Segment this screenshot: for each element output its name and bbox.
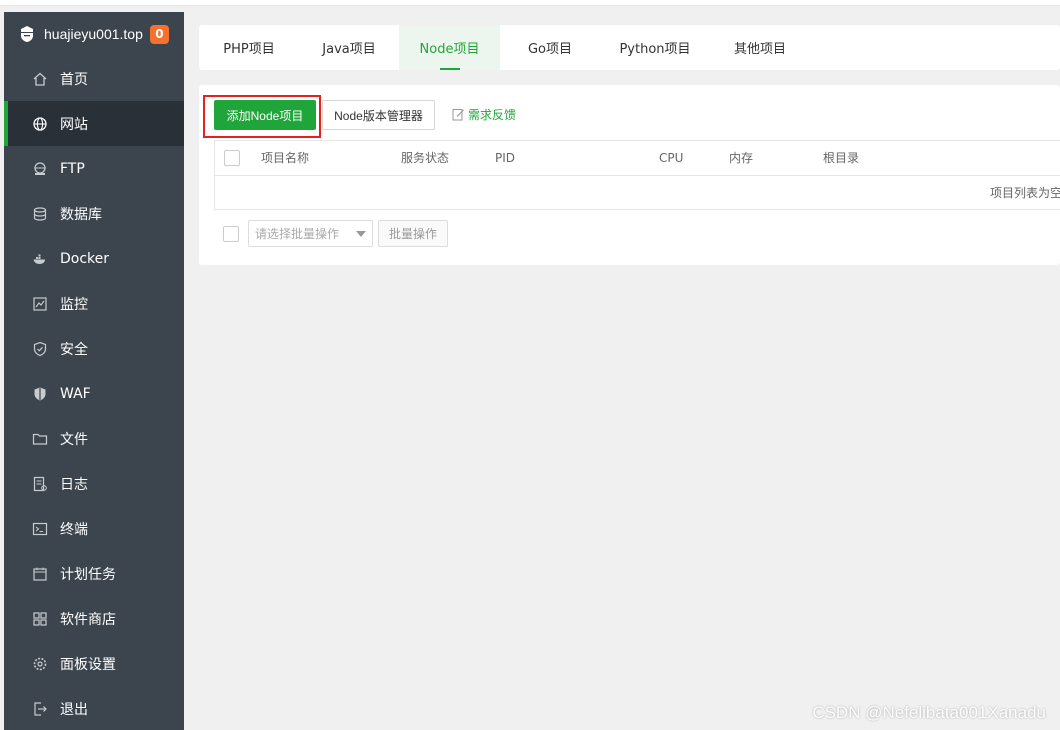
sidebar-item-label: 终端	[60, 521, 88, 538]
batch-select-checkbox[interactable]	[223, 226, 239, 242]
sidebar-item-label: 计划任务	[60, 566, 116, 583]
column-header-name[interactable]: 项目名称	[261, 141, 309, 176]
site-brand[interactable]: huajieyu001.top 0	[4, 12, 184, 56]
sidebar: huajieyu001.top 0 首页 网站 FTP 数据库 Docker 监…	[4, 12, 184, 730]
batch-select-placeholder: 请选择批量操作	[255, 227, 340, 241]
feedback-label: 需求反馈	[468, 108, 517, 122]
logout-icon	[32, 701, 48, 717]
database-icon	[32, 206, 48, 222]
project-tabs: PHP项目 Java项目 Node项目 Go项目 Python项目 其他项目	[199, 25, 1060, 70]
sidebar-item-label: 日志	[60, 476, 88, 493]
sidebar-item-ftp[interactable]: FTP	[4, 146, 184, 191]
home-icon	[32, 71, 48, 87]
top-strip	[0, 0, 1060, 6]
chevron-down-icon	[356, 231, 366, 237]
ftp-icon	[32, 161, 48, 177]
empty-list-message: 项目列表为空	[990, 186, 1060, 200]
sidebar-item-label: FTP	[60, 160, 85, 177]
sidebar-item-label: 首页	[60, 71, 88, 88]
sidebar-item-security[interactable]: 安全	[4, 326, 184, 371]
sidebar-item-home[interactable]: 首页	[4, 56, 184, 101]
apps-icon	[32, 611, 48, 627]
globe-icon	[32, 116, 48, 132]
column-header-root-dir[interactable]: 根目录	[823, 141, 859, 176]
sidebar-item-label: 网站	[60, 116, 88, 133]
batch-operation-button[interactable]: 批量操作	[378, 220, 448, 247]
sidebar-item-label: 软件商店	[60, 611, 116, 628]
sidebar-item-label: 监控	[60, 296, 88, 313]
sidebar-item-label: 退出	[60, 701, 88, 718]
sidebar-menu: 首页 网站 FTP 数据库 Docker 监控 安全 WAF 文件 日志 终端 …	[4, 56, 184, 730]
node-version-manager-button[interactable]: Node版本管理器	[322, 100, 435, 130]
sidebar-item-waf[interactable]: WAF	[4, 371, 184, 416]
sidebar-item-label: 文件	[60, 431, 88, 448]
tab-other[interactable]: 其他项目	[710, 25, 810, 70]
edit-icon	[452, 109, 464, 121]
sidebar-item-label: 数据库	[60, 206, 102, 223]
select-all-checkbox[interactable]	[224, 150, 240, 166]
tab-go[interactable]: Go项目	[500, 25, 600, 70]
sidebar-item-label: 面板设置	[60, 656, 116, 673]
column-header-pid[interactable]: PID	[495, 141, 515, 176]
sidebar-item-monitor[interactable]: 监控	[4, 281, 184, 326]
sidebar-item-settings[interactable]: 面板设置	[4, 641, 184, 686]
settings-icon	[32, 656, 48, 672]
add-node-project-button[interactable]: 添加Node项目	[214, 100, 316, 130]
sidebar-item-terminal[interactable]: 终端	[4, 506, 184, 551]
sidebar-item-files[interactable]: 文件	[4, 416, 184, 461]
batch-operation-select[interactable]: 请选择批量操作	[248, 220, 373, 247]
folder-icon	[32, 431, 48, 447]
column-header-cpu[interactable]: CPU	[659, 141, 683, 176]
sidebar-item-logs[interactable]: 日志	[4, 461, 184, 506]
tab-node[interactable]: Node项目	[399, 25, 500, 70]
notification-badge[interactable]: 0	[149, 24, 169, 44]
column-header-memory[interactable]: 内存	[729, 141, 753, 176]
monitor-icon	[32, 296, 48, 312]
sidebar-item-logout[interactable]: 退出	[4, 686, 184, 730]
sidebar-item-store[interactable]: 软件商店	[4, 596, 184, 641]
sidebar-item-website[interactable]: 网站	[4, 101, 184, 146]
sidebar-item-label: 安全	[60, 341, 88, 358]
sidebar-item-database[interactable]: 数据库	[4, 191, 184, 236]
feedback-link[interactable]: 需求反馈	[452, 106, 516, 123]
sidebar-item-label: WAF	[60, 385, 91, 402]
tab-java[interactable]: Java项目	[299, 25, 399, 70]
sidebar-item-docker[interactable]: Docker	[4, 236, 184, 281]
tab-php[interactable]: PHP项目	[199, 25, 299, 70]
watermark: CSDN @Nefelibata001Xanadu	[812, 703, 1046, 722]
column-header-status[interactable]: 服务状态	[401, 141, 449, 176]
table-header: 项目名称 服务状态 PID CPU 内存 根目录	[215, 141, 1060, 176]
tab-python[interactable]: Python项目	[600, 25, 710, 70]
calendar-icon	[32, 566, 48, 582]
project-table: 项目名称 服务状态 PID CPU 内存 根目录 项目列表为空	[214, 140, 1060, 210]
site-name: huajieyu001.top	[44, 26, 143, 42]
docker-icon	[32, 251, 48, 267]
log-icon	[32, 476, 48, 492]
server-shield-icon	[18, 25, 36, 43]
shield-icon	[32, 341, 48, 357]
sidebar-item-cron[interactable]: 计划任务	[4, 551, 184, 596]
terminal-icon	[32, 521, 48, 537]
sidebar-item-label: Docker	[60, 250, 110, 267]
waf-icon	[32, 386, 48, 402]
